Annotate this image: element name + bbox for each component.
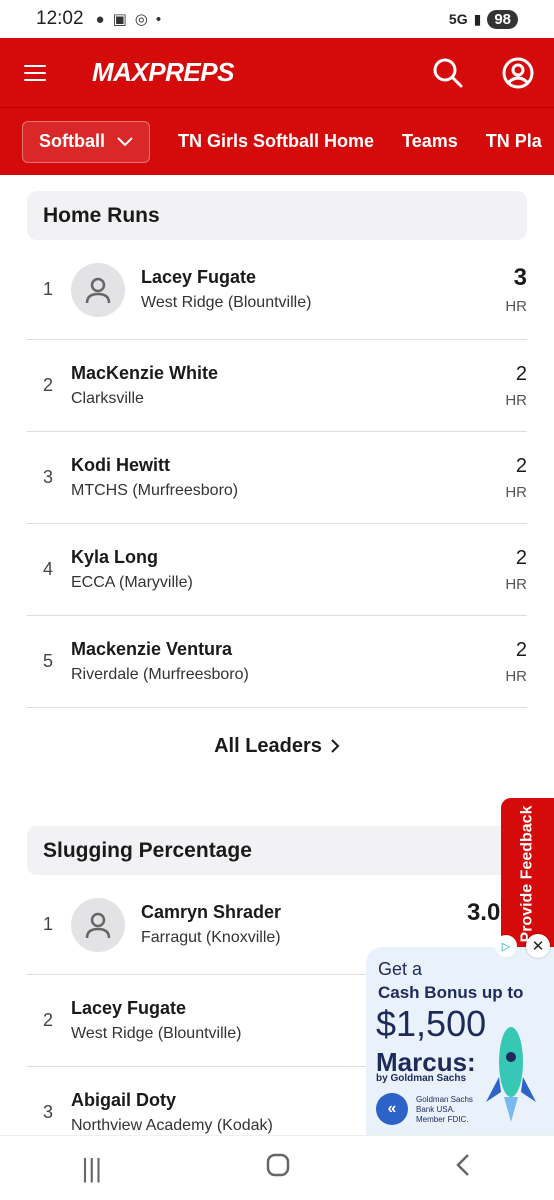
person-icon <box>85 277 111 303</box>
status-time: 12:02 <box>36 8 84 29</box>
nav-tn-playoffs[interactable]: TN Pla <box>486 131 542 152</box>
leader-row[interactable]: 3 Kodi Hewitt MTCHS (Murfreesboro) 2 HR <box>27 432 527 524</box>
notification-icons: ● ▣ ◎ • <box>95 10 162 29</box>
player-name[interactable]: Lacey Fugate <box>141 267 505 288</box>
ad-brand-sub: by Goldman Sachs <box>376 1073 467 1084</box>
android-nav-bar: ||| <box>0 1135 554 1200</box>
section-title-slugging: Slugging Percentage <box>27 826 527 875</box>
recent-apps-icon[interactable]: ||| <box>82 1153 102 1184</box>
rank: 2 <box>43 375 54 395</box>
sport-selector[interactable]: Softball <box>22 120 150 163</box>
stat-value: 2 <box>515 546 527 569</box>
battery-level: 98 <box>487 9 518 29</box>
player-name[interactable]: Mackenzie Ventura <box>71 639 505 660</box>
rank: 3 <box>43 1102 54 1122</box>
player-name[interactable]: Kodi Hewitt <box>71 455 505 476</box>
sport-label: Softball <box>39 131 105 151</box>
section-title-home-runs: Home Runs <box>27 191 527 240</box>
stat-unit: HR <box>505 298 527 315</box>
signal-icon: ▮ <box>473 10 482 27</box>
dot-icon: • <box>155 10 162 28</box>
stat-value: 2 <box>515 454 527 477</box>
player-name[interactable]: Camryn Shrader <box>141 902 467 923</box>
rank: 1 <box>43 279 54 299</box>
chevron-right-icon <box>331 739 340 753</box>
leader-row[interactable]: 5 Mackenzie Ventura Riverdale (Murfreesb… <box>27 616 527 708</box>
ad-line-2: Cash Bonus up to <box>378 983 524 1002</box>
status-bar: 12:02 ● ▣ ◎ • 5G ▮ 98 <box>0 0 554 38</box>
double-chevron-icon: « <box>376 1093 408 1125</box>
instagram-icon: ◎ <box>134 11 148 28</box>
stat-unit: HR <box>505 667 527 685</box>
school-name[interactable]: Clarksville <box>71 390 505 408</box>
leader-row[interactable]: 1 Lacey Fugate West Ridge (Blountville) … <box>27 240 527 340</box>
provide-feedback-tab[interactable]: Provide Feedback <box>501 798 554 950</box>
stat-unit: HR <box>505 483 527 501</box>
school-name[interactable]: Farragut (Knoxville) <box>141 929 467 947</box>
back-icon[interactable] <box>454 1152 472 1185</box>
all-leaders-label: All Leaders <box>214 734 322 757</box>
close-ad-icon[interactable]: ✕ <box>526 934 550 958</box>
sport-subnav: Softball TN Girls Softball Home Teams TN… <box>0 108 554 175</box>
rank: 1 <box>43 914 54 934</box>
screenshot-icon: ▣ <box>112 11 127 28</box>
chat-icon: ● <box>95 10 105 28</box>
advertisement[interactable]: Get a Cash Bonus up to $1,500 Marcus: by… <box>366 947 554 1135</box>
avatar <box>71 897 125 952</box>
player-name[interactable]: MacKenzie White <box>71 363 505 384</box>
stat-value: 3 <box>513 264 527 291</box>
school-name[interactable]: West Ridge (Blountville) <box>141 294 505 312</box>
leader-row[interactable]: 2 MacKenzie White Clarksville 2 HR <box>27 340 527 432</box>
account-icon[interactable] <box>502 57 534 89</box>
stat-unit: HR <box>505 391 527 409</box>
home-icon[interactable] <box>265 1152 291 1185</box>
rank: 4 <box>43 559 54 579</box>
school-name[interactable]: ECCA (Maryville) <box>71 574 505 592</box>
feedback-label: Provide Feedback <box>518 805 536 943</box>
school-name[interactable]: MTCHS (Murfreesboro) <box>71 482 505 500</box>
stat-value: 2 <box>515 638 527 661</box>
leader-row[interactable]: 4 Kyla Long ECCA (Maryville) 2 HR <box>27 524 527 616</box>
app-header: MAXPREPS <box>0 38 554 108</box>
network-label: 5G <box>448 11 468 27</box>
rocket-icon <box>486 1027 536 1122</box>
rank: 2 <box>43 1010 54 1030</box>
nav-teams[interactable]: Teams <box>402 131 458 152</box>
rank: 5 <box>43 651 54 671</box>
search-icon[interactable] <box>432 57 464 89</box>
person-icon <box>85 912 111 938</box>
all-leaders-link[interactable]: All Leaders <box>0 708 554 784</box>
ad-line-1: Get a <box>378 959 423 979</box>
player-name[interactable]: Kyla Long <box>71 547 505 568</box>
chevron-down-icon <box>117 136 133 146</box>
avatar <box>71 262 125 317</box>
stat-value: 2 <box>515 362 527 385</box>
menu-icon[interactable] <box>24 64 46 81</box>
stat-unit: HR <box>505 575 527 593</box>
maxpreps-logo[interactable]: MAXPREPS <box>92 57 234 88</box>
rank: 3 <box>43 467 54 487</box>
ad-amount: $1,500 <box>376 1003 487 1044</box>
adchoices-icon[interactable]: ▷ <box>495 935 517 957</box>
school-name[interactable]: Riverdale (Murfreesboro) <box>71 666 505 684</box>
nav-tn-girls-softball-home[interactable]: TN Girls Softball Home <box>178 131 374 152</box>
